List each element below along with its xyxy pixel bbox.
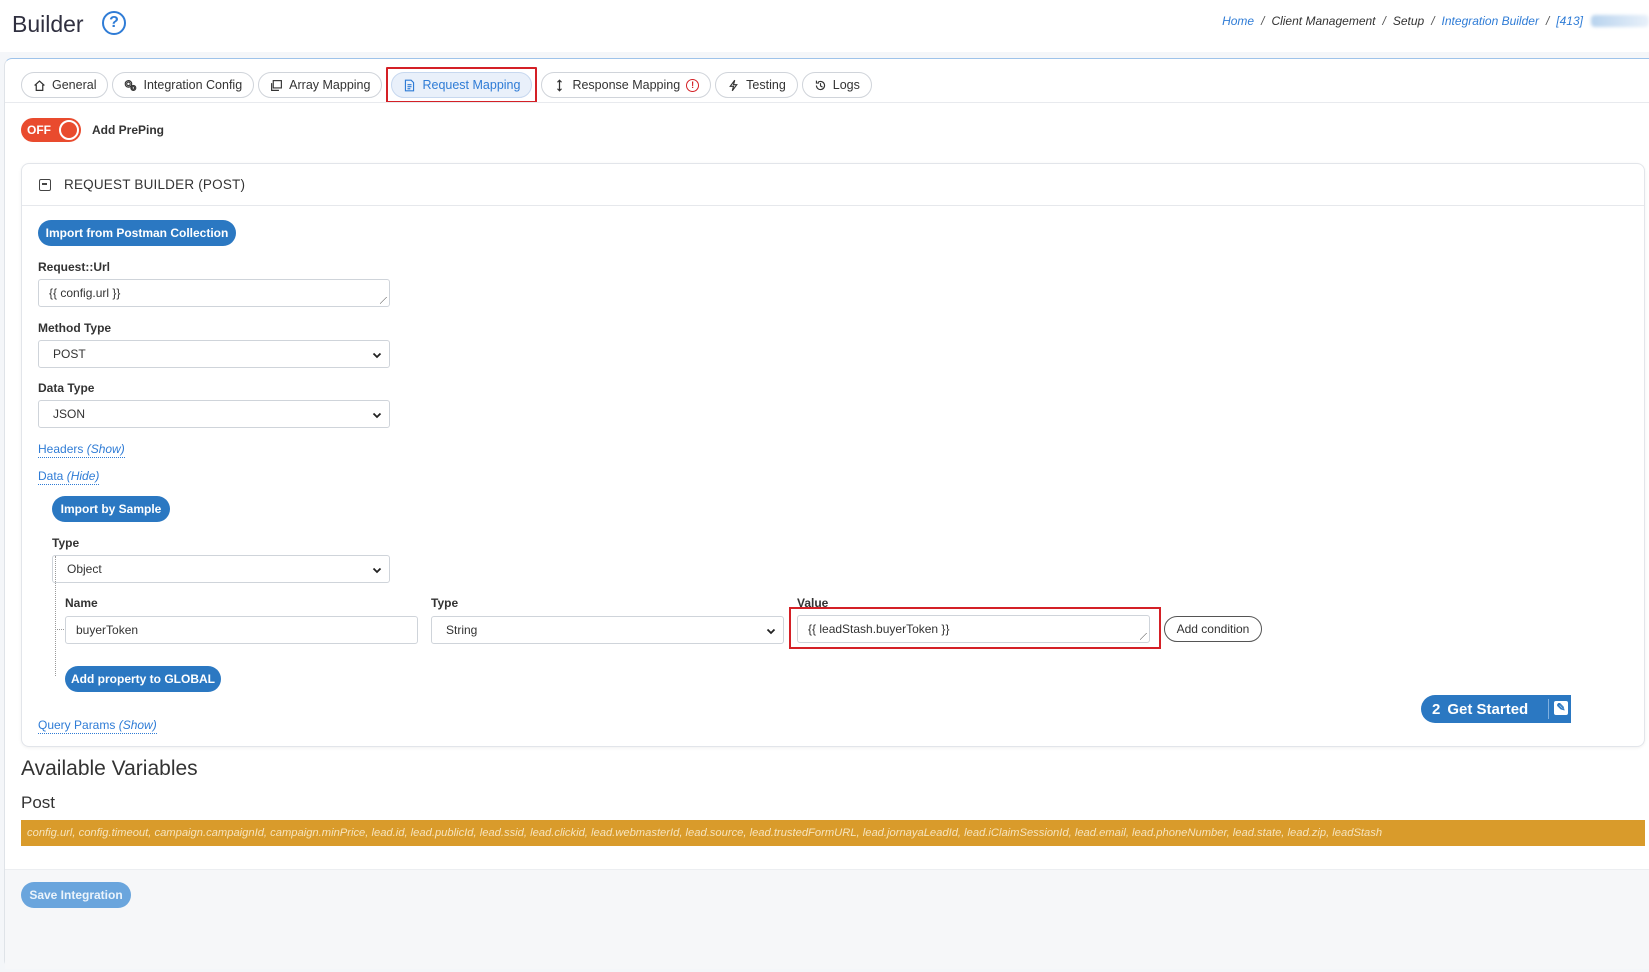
add-property-global-button[interactable]: Add property to GLOBAL (65, 666, 221, 692)
data-link-label: Data (38, 469, 64, 483)
property-value-text: {{ leadStash.buyerToken }} (808, 622, 950, 636)
data-type-select[interactable]: JSON (38, 400, 390, 428)
request-builder-panel: REQUEST BUILDER (POST) Import from Postm… (21, 163, 1645, 747)
preping-label: Add PrePing (92, 123, 165, 137)
request-builder-title: REQUEST BUILDER (POST) (64, 177, 246, 192)
toggle-state-label: OFF (27, 123, 51, 137)
property-name-value: buyerToken (76, 623, 139, 637)
resize-handle[interactable] (380, 297, 387, 304)
import-postman-button[interactable]: Import from Postman Collection (38, 220, 236, 246)
arrows-vertical-icon (557, 78, 563, 92)
add-condition-button[interactable]: Add condition (1164, 616, 1262, 642)
object-type-select[interactable]: Object (52, 555, 390, 583)
chevron-down-icon (372, 352, 382, 359)
data-type-object-label: Type (52, 536, 80, 550)
tabs-divider (5, 102, 1649, 103)
headers-toggle-link[interactable]: Headers (Show) (38, 442, 125, 458)
request-builder-header[interactable]: REQUEST BUILDER (POST) (22, 164, 1644, 206)
available-variables-section: Post (21, 793, 56, 812)
import-by-sample-button[interactable]: Import by Sample (52, 496, 170, 522)
warning-icon: ! (686, 78, 700, 92)
breadcrumb: Home / Client Management / Setup / Integ… (1222, 14, 1649, 28)
toggle-knob (59, 120, 79, 140)
tab-bar: General Integration Config Array Mapping… (21, 67, 872, 103)
chevron-down-icon (372, 412, 382, 419)
tree-connector (55, 629, 64, 630)
chevron-down-icon (766, 628, 776, 635)
tab-response-mapping[interactable]: Response Mapping ! (541, 72, 712, 98)
method-type-value: POST (53, 347, 86, 361)
resize-handle[interactable] (1140, 633, 1147, 640)
home-icon (34, 79, 45, 91)
url-field[interactable]: {{ config.url }} (38, 279, 390, 307)
breadcrumb-client-management: Client Management (1271, 14, 1376, 28)
help-icon[interactable]: ? (102, 11, 126, 35)
gears-icon (125, 79, 137, 91)
breadcrumb-home[interactable]: Home (1222, 14, 1254, 28)
data-link-state: (Hide) (66, 469, 100, 483)
footer-area (5, 869, 1649, 969)
page-header: Builder ? Home / Client Management / Set… (0, 0, 1649, 52)
history-icon (815, 80, 825, 90)
preping-toggle[interactable]: OFF (21, 118, 81, 142)
chevron-down-icon (372, 567, 382, 574)
property-type-select[interactable]: String (431, 616, 784, 644)
get-started-count: 2 (1432, 700, 1441, 718)
tab-integration-config[interactable]: Integration Config (112, 72, 255, 98)
collapse-icon[interactable] (39, 178, 51, 191)
query-params-link-label: Query Params (38, 718, 116, 732)
main-card: General Integration Config Array Mapping… (4, 58, 1649, 969)
property-name-input[interactable]: buyerToken (65, 616, 418, 644)
breadcrumb-separator: / (1431, 14, 1435, 28)
tab-label: Integration Config (143, 78, 243, 92)
property-value-input[interactable]: {{ leadStash.buyerToken }} (797, 615, 1150, 643)
tab-array-mapping[interactable]: Array Mapping (258, 72, 383, 98)
url-label: Request::Url (38, 260, 111, 274)
breadcrumb-integration-builder[interactable]: Integration Builder (1442, 14, 1539, 28)
available-variables-title: Available Variables (21, 757, 198, 780)
method-type-select[interactable]: POST (38, 340, 390, 368)
data-toggle-link[interactable]: Data (Hide) (38, 469, 100, 485)
breadcrumb-separator: / (1545, 14, 1550, 28)
chat-icon[interactable]: ✎ (1554, 701, 1568, 715)
tab-label: Array Mapping (289, 78, 371, 92)
bolt-icon (729, 79, 739, 91)
query-params-link-state: (Show) (118, 718, 157, 732)
property-name-label: Name (65, 596, 98, 610)
active-tab-highlight: Request Mapping (386, 67, 538, 103)
object-type-value: Object (67, 562, 102, 576)
tab-label: Testing (746, 78, 786, 92)
available-variables-list: config.url, config.timeout, campaign.cam… (21, 820, 1645, 846)
document-icon (405, 79, 415, 91)
property-type-value: String (446, 623, 478, 637)
tab-label: Request Mapping (422, 78, 521, 92)
tab-logs[interactable]: Logs (801, 72, 872, 98)
query-params-toggle-link[interactable]: Query Params (Show) (38, 718, 157, 734)
url-value: {{ config.url }} (49, 286, 121, 300)
headers-link-state: (Show) (86, 442, 125, 456)
breadcrumb-separator: / (1261, 14, 1265, 28)
copy-icon (271, 79, 283, 91)
tab-general[interactable]: General (21, 72, 109, 98)
get-started-divider (1548, 699, 1549, 719)
breadcrumb-setup: Setup (1392, 14, 1425, 28)
tab-request-mapping[interactable]: Request Mapping (391, 72, 533, 98)
method-type-label: Method Type (38, 321, 112, 335)
get-started-button[interactable]: 2 Get Started ✎ (1421, 695, 1571, 723)
tab-label: General (52, 78, 97, 92)
tab-label: Logs (832, 78, 860, 92)
page-title: Builder (12, 11, 84, 37)
breadcrumb-integration-id[interactable]: [413] (1556, 14, 1583, 28)
data-type-value: JSON (53, 407, 86, 421)
data-type-label: Data Type (38, 381, 95, 395)
save-integration-button[interactable]: Save Integration (21, 882, 131, 908)
tab-label: Response Mapping (572, 78, 681, 92)
breadcrumb-separator: / (1382, 14, 1386, 28)
tab-testing[interactable]: Testing (715, 72, 798, 98)
breadcrumb-redacted (1591, 15, 1649, 27)
tree-connector (55, 556, 56, 676)
get-started-label: Get Started (1447, 700, 1529, 718)
headers-link-label: Headers (38, 442, 84, 456)
property-type-label: Type (431, 596, 459, 610)
